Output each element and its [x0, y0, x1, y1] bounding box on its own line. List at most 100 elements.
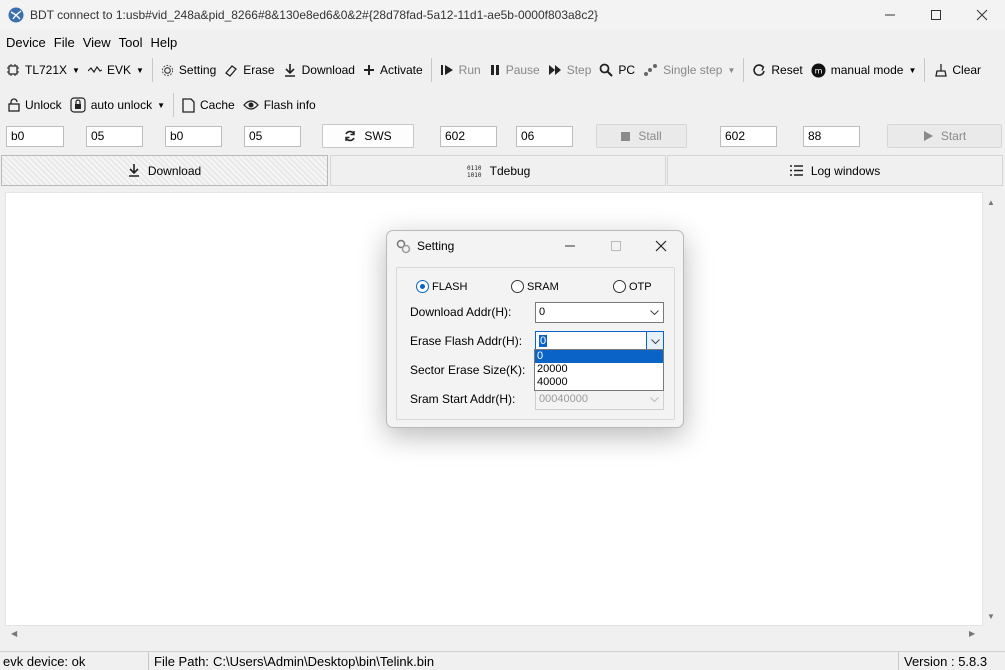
tab-tdebug[interactable]: 0110 1010 Tdebug: [330, 155, 666, 186]
chevron-down-icon: ▼: [908, 65, 917, 75]
chip-select[interactable]: TL721X ▼: [0, 57, 84, 83]
reg-field-3[interactable]: b0: [165, 126, 222, 147]
unlock-button[interactable]: Unlock: [0, 92, 66, 118]
file-path: C:\Users\Admin\Desktop\bin\Telink.bin: [213, 654, 435, 669]
maximize-button[interactable]: [913, 0, 959, 30]
chip-icon: [7, 64, 19, 76]
dialog-title: Setting: [417, 239, 455, 253]
dialog-minimize-button[interactable]: [547, 231, 593, 261]
radio-otp[interactable]: OTP: [613, 280, 652, 293]
download-icon: [284, 64, 295, 77]
reg-field-8[interactable]: 88: [803, 126, 860, 147]
start-button[interactable]: Start: [887, 124, 1002, 148]
chip-label: TL721X: [25, 63, 68, 77]
menu-tool[interactable]: Tool: [115, 35, 147, 50]
reg-field-2[interactable]: 05: [86, 126, 143, 147]
radio-otp-label: OTP: [629, 280, 652, 293]
auto-unlock-select[interactable]: auto unlock ▼: [66, 92, 169, 118]
radio-dot-checked: [416, 280, 429, 293]
dropdown-option[interactable]: 20000: [535, 363, 663, 376]
dialog-body: FLASH SRAM OTP Download Addr(H): 0 Erase…: [396, 267, 675, 420]
single-step-label: Single step: [663, 63, 723, 77]
menu-device[interactable]: Device: [2, 35, 50, 50]
clear-label: Clear: [952, 63, 982, 77]
mode-select[interactable]: m manual mode ▼: [807, 57, 921, 83]
svg-text:1010: 1010: [467, 172, 482, 179]
scroll-left-icon[interactable]: ◀: [11, 629, 17, 638]
dropdown-option[interactable]: 40000: [535, 376, 663, 389]
menu-bar: Device File View Tool Help: [0, 30, 1005, 54]
window-title: BDT connect to 1:usb#vid_248a&pid_8266#8…: [30, 8, 599, 22]
download-addr-combo[interactable]: 0: [535, 302, 664, 323]
erase-label: Erase: [243, 63, 275, 77]
minimize-icon: [565, 245, 575, 247]
erase-addr-dropdown-list: 0 20000 40000: [534, 349, 664, 391]
chevron-down-icon[interactable]: [646, 303, 663, 322]
pause-button[interactable]: Pause: [485, 57, 544, 83]
vertical-scrollbar[interactable]: ▲ ▼: [983, 192, 999, 626]
download-button[interactable]: Download: [279, 57, 359, 83]
minimize-button[interactable]: [867, 0, 913, 30]
stall-button[interactable]: Stall: [596, 124, 687, 148]
status-divider: [148, 652, 149, 670]
sram-start-combo[interactable]: 00040000: [535, 389, 664, 410]
toolbar-divider: [743, 58, 745, 82]
cache-button[interactable]: Cache: [178, 92, 239, 118]
reg-field-4[interactable]: 05: [244, 126, 301, 147]
menu-help[interactable]: Help: [147, 35, 182, 50]
sws-button[interactable]: SWS: [322, 124, 414, 148]
activate-button[interactable]: Activate: [359, 57, 427, 83]
auto-lock-icon: [70, 97, 86, 113]
play-icon: [923, 131, 933, 141]
dialog-maximize-button[interactable]: [593, 231, 639, 261]
clear-button[interactable]: Clear: [929, 57, 985, 83]
dropdown-option[interactable]: 0: [535, 350, 663, 363]
dialog-close-button[interactable]: [638, 231, 684, 261]
setting-button[interactable]: Setting: [157, 57, 220, 83]
minimize-icon: [885, 14, 895, 16]
pc-button[interactable]: PC: [595, 57, 639, 83]
tab-log-label: Log windows: [810, 163, 881, 178]
maximize-icon: [931, 10, 941, 20]
radio-flash-label: FLASH: [432, 280, 468, 293]
sws-label: SWS: [364, 129, 392, 143]
setting-label: Setting: [178, 63, 217, 77]
run-button[interactable]: Run: [436, 57, 485, 83]
menu-view[interactable]: View: [79, 35, 115, 50]
main-toolbar: TL721X ▼ EVK ▼ Setting Erase Download Acti…: [0, 54, 1005, 86]
reg-field-7[interactable]: 602: [720, 126, 777, 147]
tab-download-label: Download: [147, 163, 202, 178]
toolbar-divider: [151, 58, 153, 82]
reset-button[interactable]: Reset: [748, 57, 806, 83]
single-step-button[interactable]: Single step ▼: [639, 57, 739, 83]
scroll-up-icon[interactable]: ▲: [987, 198, 995, 207]
svg-text:m: m: [814, 66, 822, 75]
reg-field-5[interactable]: 602: [440, 126, 497, 147]
tab-log-windows[interactable]: Log windows: [667, 155, 1003, 186]
scroll-down-icon[interactable]: ▼: [987, 612, 995, 621]
waveform-icon: [87, 65, 102, 74]
flash-info-button[interactable]: Flash info: [239, 92, 320, 118]
close-button[interactable]: [959, 0, 1005, 30]
scroll-right-icon[interactable]: ▶: [969, 629, 975, 638]
eraser-icon: [225, 65, 238, 77]
bdt-app-icon: [8, 7, 24, 23]
radio-sram[interactable]: SRAM: [511, 280, 559, 293]
stall-label: Stall: [638, 129, 662, 143]
file-path-label: File Path:: [154, 654, 209, 669]
reg-field-6[interactable]: 06: [516, 126, 573, 147]
radio-flash[interactable]: FLASH: [416, 280, 467, 293]
board-select[interactable]: EVK ▼: [84, 57, 148, 83]
tab-tdebug-label: Tdebug: [489, 163, 531, 178]
erase-button[interactable]: Erase: [220, 57, 278, 83]
step-button[interactable]: Step: [544, 57, 596, 83]
chevron-down-icon: [646, 390, 663, 409]
pause-icon: [490, 65, 499, 75]
menu-file[interactable]: File: [50, 35, 79, 50]
tab-download[interactable]: Download: [1, 155, 328, 186]
status-bar: evk device: ok File Path: C:\Users\Admin…: [0, 651, 1005, 670]
toolbar-divider: [173, 93, 174, 117]
reset-label: Reset: [771, 63, 803, 77]
horizontal-scrollbar[interactable]: ◀ ▶: [5, 626, 983, 642]
reg-field-1[interactable]: b0: [6, 126, 64, 147]
